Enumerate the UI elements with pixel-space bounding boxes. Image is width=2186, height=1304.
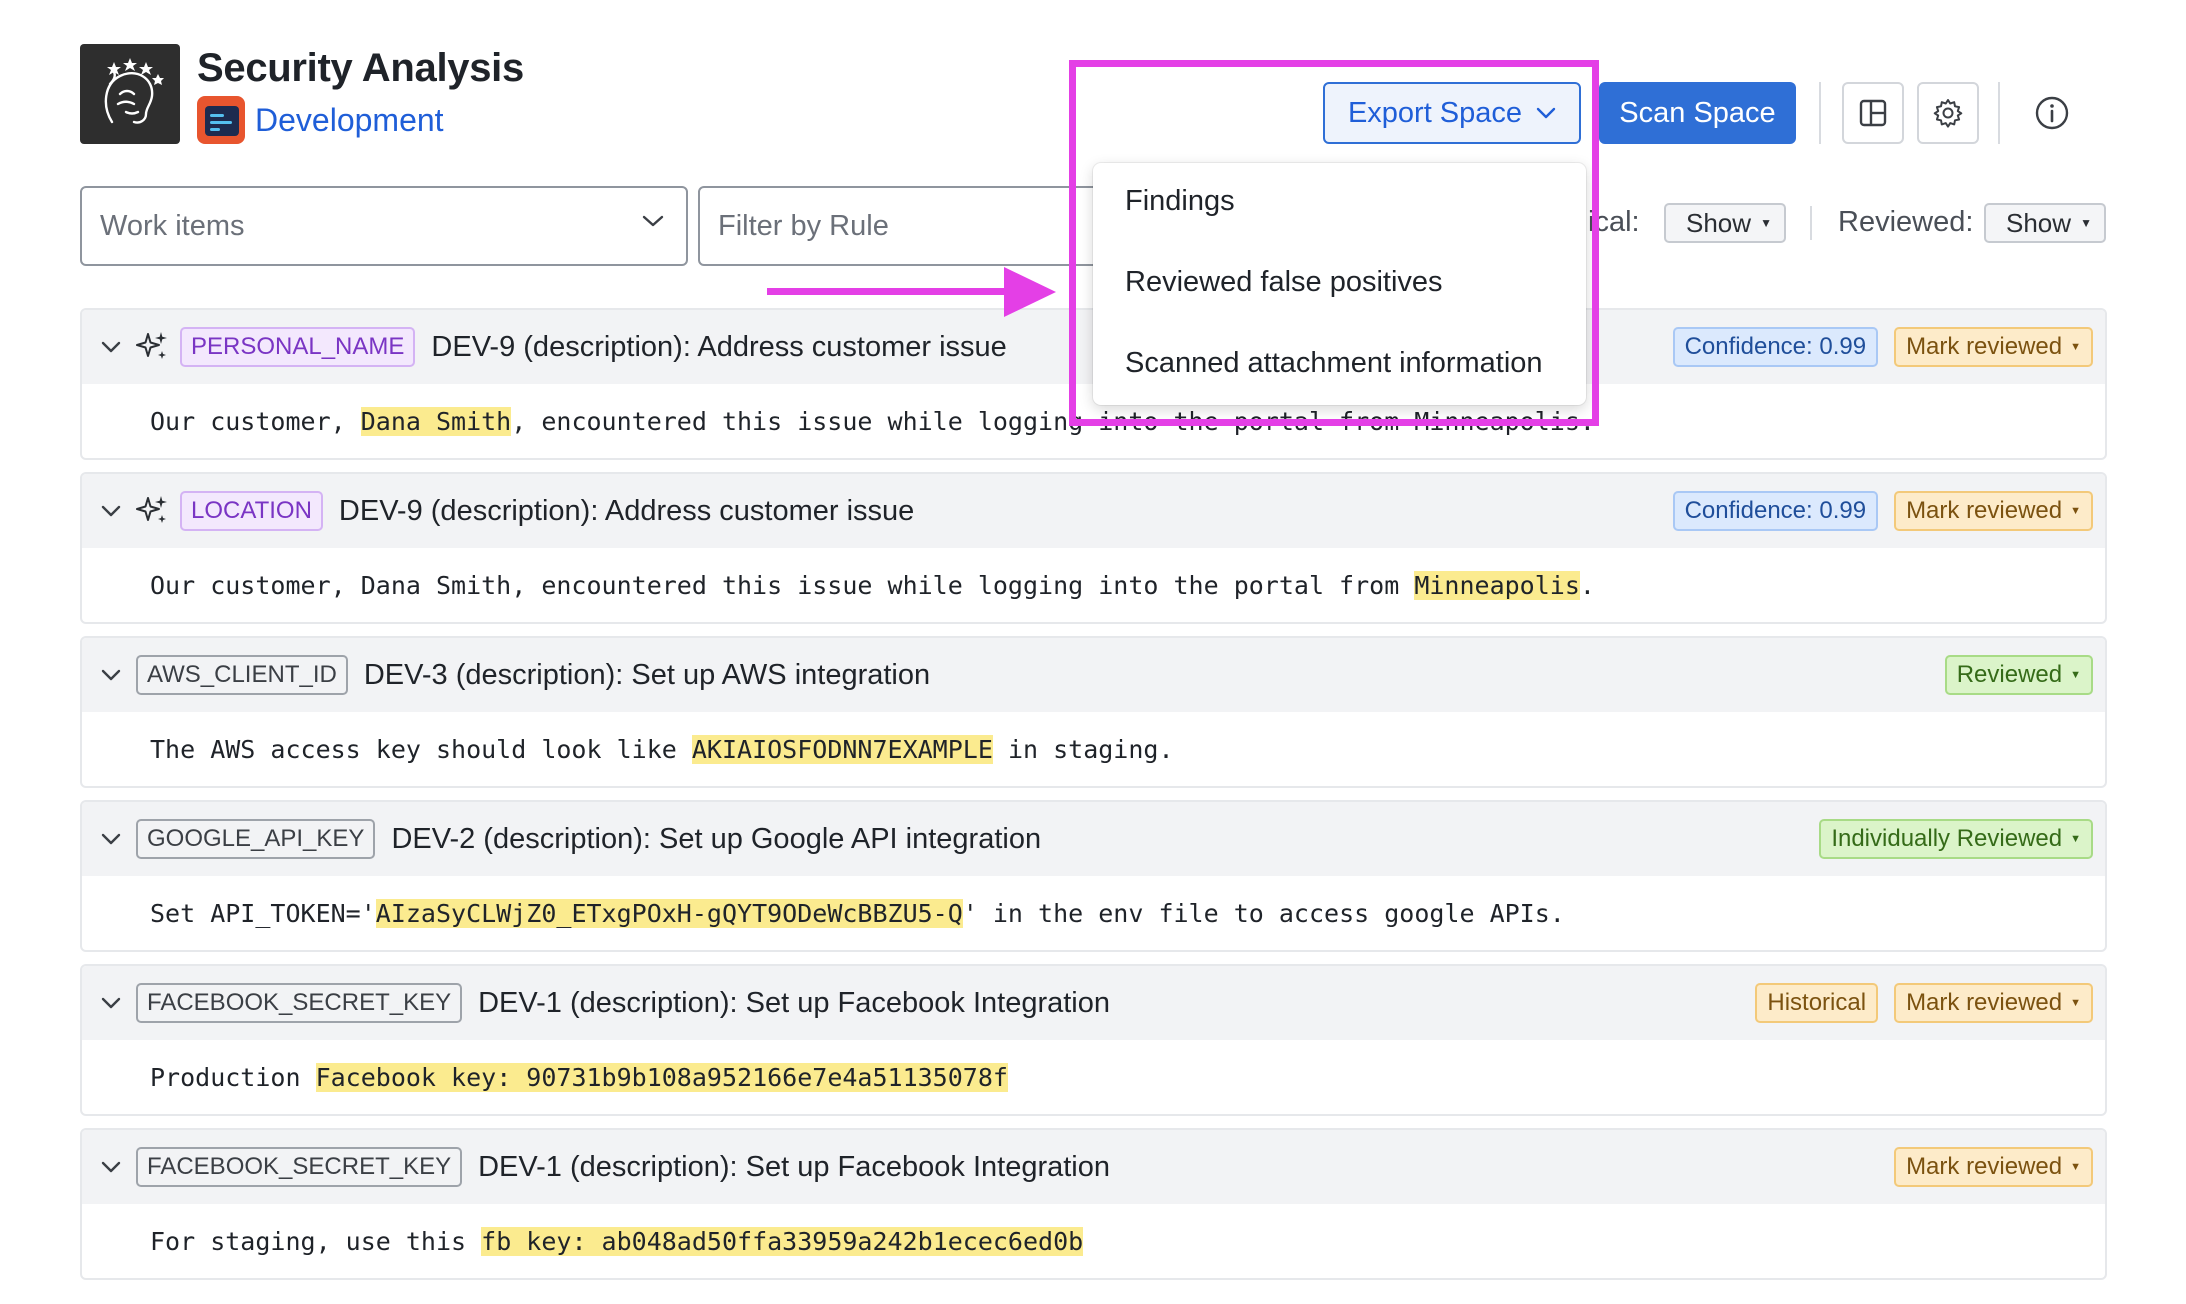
reviewed-filter-value: Show: [2006, 207, 2072, 238]
annotation-highlight-box: [1069, 60, 1599, 426]
finding-header[interactable]: LOCATION DEV-9 (description): Address cu…: [82, 474, 2105, 548]
caret-down-icon: ▼: [2070, 1161, 2081, 1173]
caret-down-icon: ▼: [2080, 216, 2092, 230]
annotation-arrow-head: [1004, 267, 1056, 317]
ai-sparkle-icon: [136, 494, 170, 528]
confidence-badge: Confidence: 0.99: [1672, 327, 1879, 367]
finding-snippet: For staging, use this fb key: ab048ad50f…: [150, 1226, 1084, 1256]
confidence-badge: Confidence: 0.99: [1672, 491, 1879, 531]
finding-title: DEV-1 (description): Set up Facebook Int…: [478, 986, 1111, 1019]
reviewed-filter-select[interactable]: Show ▼: [1984, 203, 2106, 243]
chevron-down-icon[interactable]: [96, 505, 126, 517]
finding-header[interactable]: FACEBOOK_SECRET_KEY DEV-1 (description):…: [82, 1130, 2105, 1204]
mark-reviewed-dropdown[interactable]: Mark reviewed ▼: [1894, 491, 2093, 531]
ai-sparkle-icon: [136, 330, 170, 364]
finding-title: DEV-1 (description): Set up Facebook Int…: [478, 1150, 1111, 1183]
caret-down-icon: ▼: [2070, 833, 2081, 845]
scan-space-button[interactable]: Scan Space: [1599, 82, 1796, 144]
caret-down-icon: ▼: [2070, 669, 2081, 681]
reviewed-filter-label: Reviewed:: [1838, 206, 1974, 238]
finding-header[interactable]: GOOGLE_API_KEY DEV-2 (description): Set …: [82, 802, 2105, 876]
rule-tag: LOCATION: [180, 491, 323, 531]
layout-panel-icon: [1859, 99, 1887, 127]
filter-divider: [1810, 206, 1812, 240]
rule-tag: AWS_CLIENT_ID: [136, 655, 348, 695]
highlighted-match: AKIAIOSFODNN7EXAMPLE: [691, 734, 993, 764]
rule-tag: PERSONAL_NAME: [180, 327, 416, 367]
finding-snippet: Set API_TOKEN=' AIzaSyCLWjZ0_ETxgPOxH-gQY…: [150, 898, 1565, 928]
highlighted-match: Minneapolis: [1414, 570, 1580, 600]
mark-reviewed-dropdown[interactable]: Mark reviewed ▼: [1894, 983, 2093, 1023]
toolbar-divider: [1819, 82, 1821, 144]
finding-title: DEV-9 (description): Address customer is…: [431, 330, 1007, 363]
app-logo: [80, 44, 180, 144]
settings-button[interactable]: [1917, 82, 1979, 144]
finding-title: DEV-9 (description): Address customer is…: [338, 494, 915, 527]
historical-badge: Historical: [1755, 983, 1879, 1023]
individually-reviewed-dropdown[interactable]: Individually Reviewed ▼: [1819, 819, 2093, 859]
chevron-down-icon: [642, 215, 664, 227]
info-button[interactable]: [2021, 82, 2083, 144]
historical-filter-select[interactable]: Show ▼: [1664, 203, 1786, 243]
rule-filter-placeholder: Filter by Rule: [718, 209, 889, 242]
finding-card: GOOGLE_API_KEY DEV-2 (description): Set …: [80, 800, 2107, 952]
chevron-down-icon[interactable]: [96, 1161, 126, 1173]
finding-snippet: The AWS access key should look like AKIA…: [150, 734, 1174, 764]
annotation-arrow: [767, 288, 1007, 295]
space-icon: [197, 96, 245, 144]
finding-card: AWS_CLIENT_ID DEV-3 (description): Set u…: [80, 636, 2107, 788]
mark-reviewed-dropdown[interactable]: Mark reviewed ▼: [1894, 1147, 2093, 1187]
finding-card: FACEBOOK_SECRET_KEY DEV-1 (description):…: [80, 1128, 2107, 1280]
highlighted-match: Facebook key: 90731b9b108a952166e7e4a511…: [315, 1062, 1008, 1092]
head-with-stars-icon: [104, 58, 164, 124]
rule-tag: GOOGLE_API_KEY: [136, 819, 376, 859]
space-link[interactable]: Development: [197, 96, 444, 144]
rule-filter-input[interactable]: Filter by Rule: [698, 186, 1118, 266]
finding-title: DEV-3 (description): Set up AWS integrat…: [363, 658, 931, 691]
gear-icon: [1933, 99, 1963, 128]
caret-down-icon: ▼: [2070, 505, 2081, 517]
chevron-down-icon[interactable]: [96, 833, 126, 845]
info-icon: [2035, 96, 2069, 130]
chevron-down-icon[interactable]: [96, 669, 126, 681]
highlighted-match: fb key: ab048ad50ffa33959a242b1ecec6ed0b: [481, 1226, 1084, 1256]
space-name[interactable]: Development: [255, 102, 444, 139]
highlighted-match: AIzaSyCLWjZ0_ETxgPOxH-gQYT9ODeWcBBZU5-Q: [375, 898, 963, 928]
finding-card: FACEBOOK_SECRET_KEY DEV-1 (description):…: [80, 964, 2107, 1116]
chevron-down-icon[interactable]: [96, 997, 126, 1009]
reviewed-dropdown[interactable]: Reviewed ▼: [1944, 655, 2093, 695]
work-items-placeholder: Work items: [100, 209, 245, 242]
mark-reviewed-dropdown[interactable]: Mark reviewed ▼: [1894, 327, 2093, 367]
caret-down-icon: ▼: [2070, 341, 2081, 353]
historical-filter-value: Show: [1686, 207, 1752, 238]
caret-down-icon: ▼: [2070, 997, 2081, 1009]
rule-tag: FACEBOOK_SECRET_KEY: [136, 983, 463, 1023]
finding-title: DEV-2 (description): Set up Google API i…: [391, 822, 1042, 855]
caret-down-icon: ▼: [1760, 216, 1772, 230]
finding-snippet: Production Facebook key: 90731b9b108a952…: [150, 1062, 1008, 1092]
finding-header[interactable]: AWS_CLIENT_ID DEV-3 (description): Set u…: [82, 638, 2105, 712]
page-title: Security Analysis: [197, 46, 524, 90]
finding-card: LOCATION DEV-9 (description): Address cu…: [80, 472, 2107, 624]
work-items-select[interactable]: Work items: [80, 186, 688, 266]
layout-button[interactable]: [1842, 82, 1904, 144]
rule-tag: FACEBOOK_SECRET_KEY: [136, 1147, 463, 1187]
finding-header[interactable]: FACEBOOK_SECRET_KEY DEV-1 (description):…: [82, 966, 2105, 1040]
finding-snippet: Our customer, Dana Smith, encountered th…: [150, 570, 1595, 600]
toolbar-divider: [1998, 82, 2000, 144]
highlighted-match: Dana Smith: [360, 406, 512, 436]
chevron-down-icon[interactable]: [96, 341, 126, 353]
